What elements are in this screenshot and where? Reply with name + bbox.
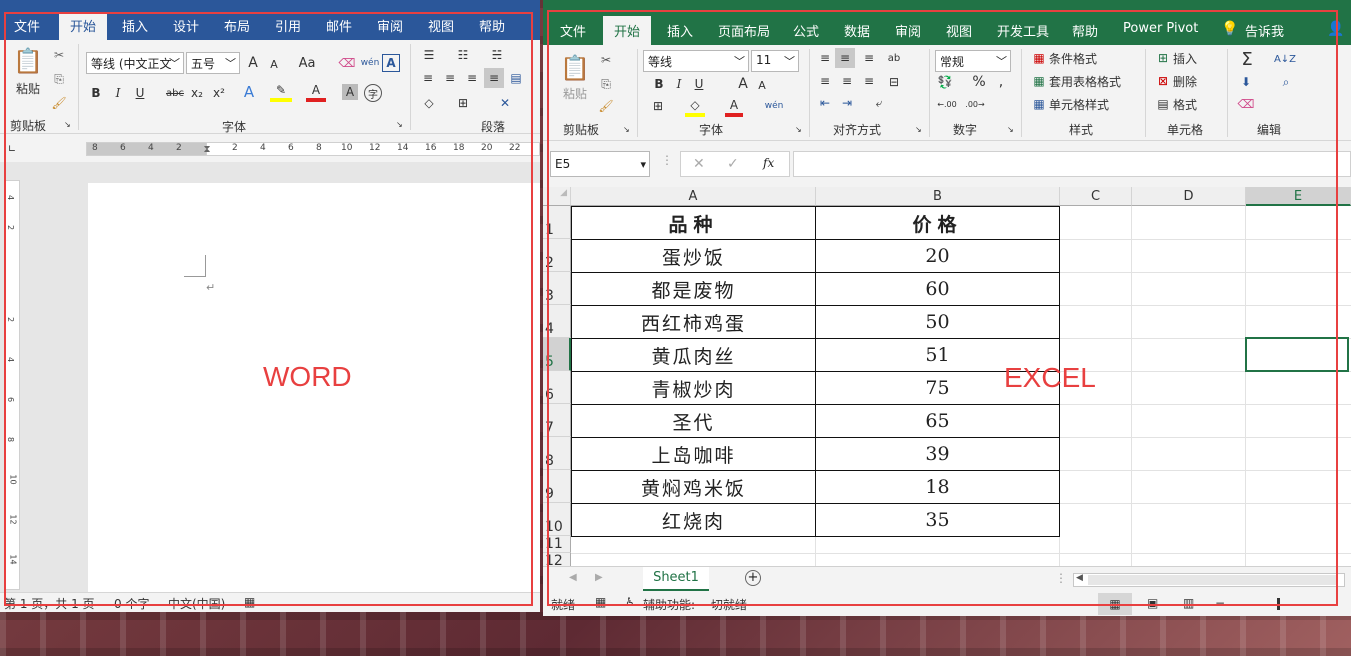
excel-title-bar (543, 0, 1351, 8)
word-annotation-box (4, 12, 533, 606)
excel-annotation-box (547, 10, 1338, 606)
